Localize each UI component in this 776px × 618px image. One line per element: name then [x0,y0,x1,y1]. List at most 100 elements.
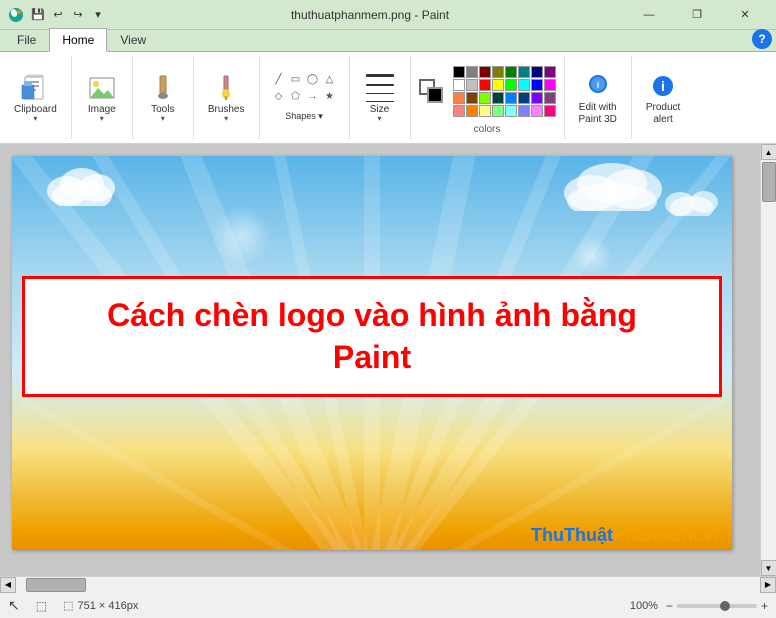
color-swatch[interactable] [518,79,530,91]
shape-line[interactable]: ╱ [271,72,287,88]
color-swatch[interactable] [518,92,530,104]
color-swatch[interactable] [479,105,491,117]
color-swatch[interactable] [518,66,530,78]
color-swatch[interactable] [466,79,478,91]
color-swatch[interactable] [505,105,517,117]
clipboard-content: Clipboard ▾ [8,60,63,135]
size-content: Size ▾ [358,60,402,135]
color-swatch[interactable] [518,105,530,117]
color-swatch[interactable] [466,92,478,104]
shape-pent[interactable]: ⬠ [288,89,304,105]
shapes-grid: ╱ ▭ ◯ △ ◇ ⬠ → ★ [271,72,338,105]
color-swatch[interactable] [466,66,478,78]
image-btn[interactable]: Image ▾ [80,68,124,127]
edit-paint3d-icon: i [582,70,614,102]
product-alert-icon: i [647,70,679,102]
zoom-out-btn[interactable]: − [666,599,673,613]
product-alert-content: i Productalert [640,60,686,135]
color-swatch[interactable] [453,66,465,78]
undo-btn[interactable]: ↩ [50,7,66,23]
color-swatch[interactable] [531,66,543,78]
shape-arrow[interactable]: → [305,89,321,105]
tab-file[interactable]: File [4,28,49,51]
canvas-image[interactable]: Cách chèn logo vào hình ảnh bằng Paint T… [12,156,732,550]
shape-diamond[interactable]: ◇ [271,89,287,105]
color-swatch[interactable] [479,79,491,91]
edit-paint3d-label: Edit withPaint 3D [579,102,617,126]
scroll-right-btn[interactable]: ▶ [760,577,776,593]
dimensions-text: 751 × 416px [77,600,138,612]
light-circle-1 [212,206,272,266]
size-btn[interactable]: Size ▾ [358,68,402,127]
color-swatch[interactable] [531,79,543,91]
color-swatch[interactable] [544,105,556,117]
color-row-1 [453,66,556,78]
ribbon-group-image: Image ▾ [72,56,133,139]
color-swatch[interactable] [479,66,491,78]
tools-btn[interactable]: Tools ▾ [141,68,185,127]
brushes-btn[interactable]: Brushes ▾ [202,68,251,127]
status-bar: ↖ ⬚ ⬚ 751 × 416px 100% − + [0,592,776,618]
cloud-2 [552,161,672,214]
save-quick-btn[interactable]: 💾 [30,7,46,23]
minimize-btn[interactable]: — [626,0,672,30]
color-swatch[interactable] [466,105,478,117]
color-swatch[interactable] [544,79,556,91]
color-swatch[interactable] [531,105,543,117]
color-swatch[interactable] [492,79,504,91]
scroll-down-btn[interactable]: ▼ [761,560,776,576]
color-swatch[interactable] [453,79,465,91]
window-controls: — ❐ ✕ [626,0,768,30]
redo-btn[interactable]: ↪ [70,7,86,23]
shapes-dropdown-btn[interactable]: Shapes ▾ [281,109,327,124]
zoom-control: − + [666,599,768,613]
watermark: ThuThuậtPhầnMềm.vn [523,521,732,550]
scroll-thumb-h[interactable] [26,578,86,592]
zoom-thumb[interactable] [720,601,730,611]
brushes-arrow: ▾ [224,114,228,123]
color-swatch[interactable] [492,105,504,117]
tab-view[interactable]: View [107,28,159,51]
colors-content [419,60,556,122]
zoom-in-btn[interactable]: + [761,599,768,613]
watermark-vn: .vn [698,525,724,545]
color-swatch[interactable] [505,92,517,104]
color-swatch[interactable] [453,105,465,117]
shape-rect[interactable]: ▭ [288,72,304,88]
cursor-tool-indicator[interactable]: ↖ [8,597,20,614]
dimensions-icon: ⬚ [63,599,73,612]
scroll-thumb-v[interactable] [762,162,776,202]
tab-home[interactable]: Home [49,28,107,52]
quick-access-dropdown[interactable]: ▾ [90,7,106,23]
image-arrow: ▾ [100,114,104,123]
help-btn[interactable]: ? [752,29,772,49]
ribbon-group-clipboard: Clipboard ▾ [0,56,72,139]
scroll-left-btn[interactable]: ◀ [0,577,16,593]
paste-btn[interactable]: Clipboard ▾ [8,68,63,127]
color-swatch[interactable] [492,66,504,78]
color-swatch[interactable] [505,79,517,91]
color-swatch[interactable] [453,92,465,104]
shape-circle[interactable]: ◯ [305,72,321,88]
maximize-btn[interactable]: ❐ [674,0,720,30]
color-swatch[interactable] [531,92,543,104]
zoom-slider[interactable] [677,604,757,608]
color-swatch[interactable] [505,66,517,78]
selection-tool-indicator[interactable]: ⬚ [36,599,47,613]
shape-tri[interactable]: △ [322,72,338,88]
product-alert-btn[interactable]: i Productalert [640,66,686,130]
edit-paint3d-btn[interactable]: i Edit withPaint 3D [573,66,623,130]
color-swatch[interactable] [544,92,556,104]
tools-icon [147,72,179,104]
color-swatch[interactable] [544,66,556,78]
shape-star[interactable]: ★ [322,89,338,105]
canvas-area[interactable]: Cách chèn logo vào hình ảnh bằng Paint T… [0,144,760,576]
scroll-up-btn[interactable]: ▲ [761,144,776,160]
size-icon [364,72,396,104]
brushes-icon [210,72,242,104]
shapes-label: Shapes ▾ [285,111,323,122]
color-swatch[interactable] [492,92,504,104]
paste-icon [19,72,51,104]
color-swatch[interactable] [479,92,491,104]
light-circle-2 [572,236,612,276]
